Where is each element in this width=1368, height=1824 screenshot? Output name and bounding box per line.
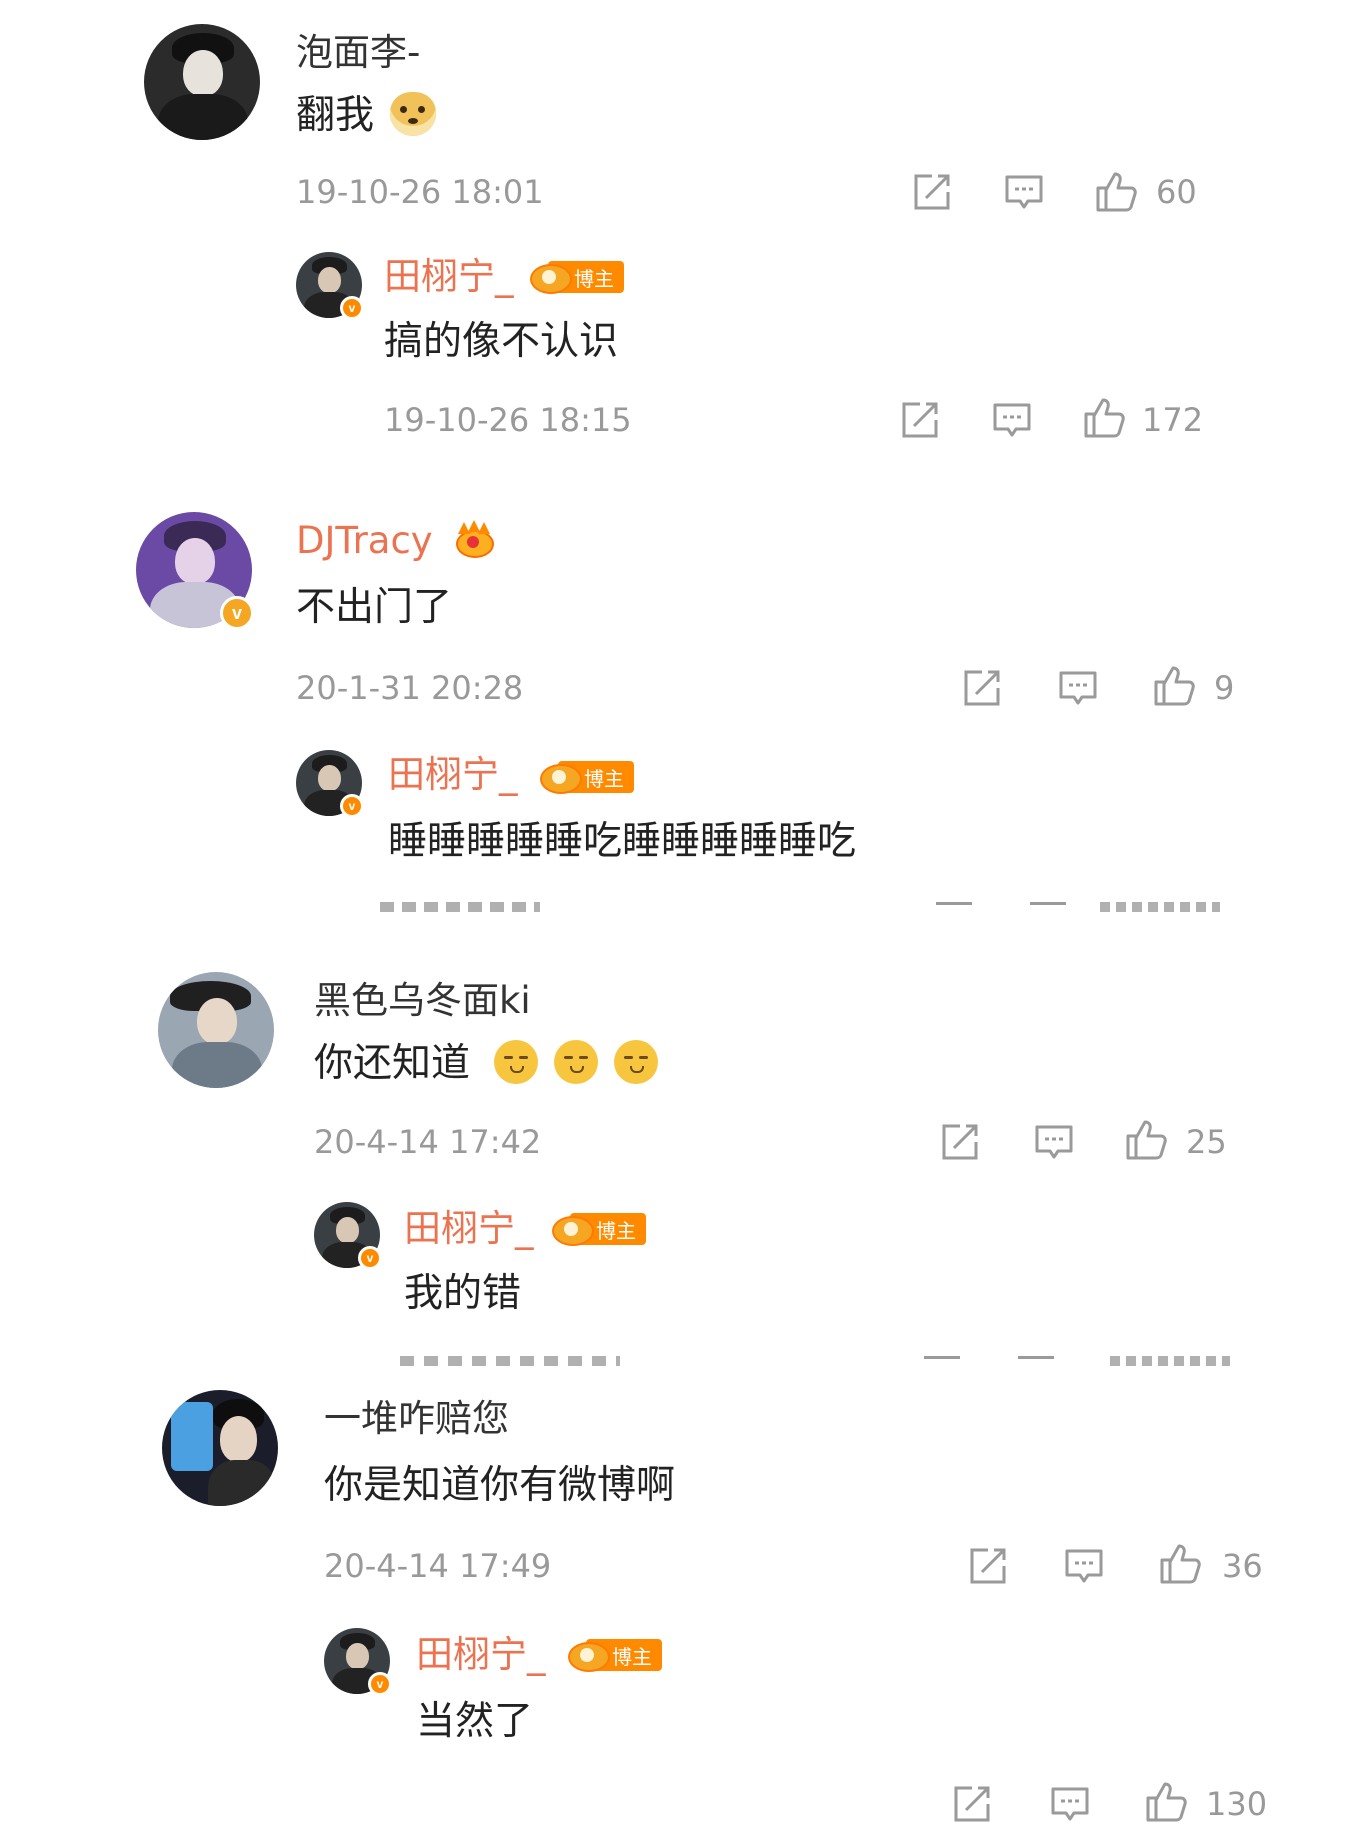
comment-text: 你还知道 <box>314 1041 471 1086</box>
shush-emoji-icon <box>614 1040 658 1084</box>
reply-author[interactable]: 田栩宁_ <box>388 756 518 793</box>
verified-badge-icon: v <box>340 794 364 818</box>
crown-icon <box>528 260 572 294</box>
like-count: 172 <box>1142 401 1204 439</box>
comment-time: 20-4-14 17:49 <box>324 1547 552 1585</box>
doge-emoji-icon <box>390 92 436 136</box>
comment-author[interactable]: DJTracy <box>296 522 433 559</box>
comment-author[interactable]: 一堆咋赔您 <box>324 1400 509 1437</box>
reply-author[interactable]: 田栩宁_ <box>404 1210 534 1247</box>
reply-text: 搞的像不认识 <box>384 319 619 364</box>
share-icon[interactable] <box>900 400 940 440</box>
comment-icon[interactable] <box>1034 1122 1074 1162</box>
like-count: 60 <box>1156 173 1197 211</box>
share-icon[interactable] <box>912 172 952 212</box>
cropped-action-row <box>380 900 1240 912</box>
reply-text: 睡睡睡睡睡吃睡睡睡睡睡吃 <box>388 819 857 864</box>
like-icon[interactable] <box>1124 1116 1170 1162</box>
comment-icon[interactable] <box>1050 1784 1090 1824</box>
verified-badge-icon: v <box>220 596 254 630</box>
reply-text: 我的错 <box>404 1271 522 1316</box>
crown-icon <box>550 1212 594 1246</box>
verified-badge-icon: v <box>358 1246 382 1270</box>
cropped-action-row <box>400 1354 1240 1366</box>
like-count: 36 <box>1222 1547 1263 1585</box>
shush-emoji-icon <box>554 1040 598 1084</box>
reply-time: 19-10-26 18:15 <box>384 401 632 439</box>
verified-badge-icon: v <box>340 296 364 320</box>
like-icon[interactable] <box>1144 1778 1190 1824</box>
verified-badge-icon: v <box>368 1672 392 1696</box>
share-icon[interactable] <box>952 1784 992 1824</box>
crown-icon <box>538 760 582 794</box>
comment-icon[interactable] <box>1004 172 1044 212</box>
like-icon[interactable] <box>1082 394 1128 440</box>
reply-author[interactable]: 田栩宁_ <box>384 258 514 295</box>
comment-text: 翻我 <box>296 93 375 138</box>
comment-icon[interactable] <box>1058 668 1098 708</box>
like-count: 9 <box>1214 669 1235 707</box>
like-icon[interactable] <box>1152 662 1198 708</box>
blogger-badge: 博主 <box>538 760 634 794</box>
blogger-badge: 博主 <box>566 1638 662 1672</box>
comment-time: 20-1-31 20:28 <box>296 669 524 707</box>
comment-time: 20-4-14 17:42 <box>314 1123 542 1161</box>
share-icon[interactable] <box>968 1546 1008 1586</box>
like-count: 25 <box>1186 1123 1227 1161</box>
shush-emoji-icon <box>494 1040 538 1084</box>
avatar[interactable] <box>144 24 260 140</box>
vip-crown-icon <box>454 520 494 558</box>
blogger-badge: 博主 <box>550 1212 646 1246</box>
comment-time: 19-10-26 18:01 <box>296 173 544 211</box>
comment-author[interactable]: 黑色乌冬面ki <box>314 982 531 1019</box>
comment-icon[interactable] <box>1064 1546 1104 1586</box>
share-icon[interactable] <box>962 668 1002 708</box>
like-icon[interactable] <box>1158 1540 1204 1586</box>
crown-icon <box>566 1638 610 1672</box>
reply-text: 当然了 <box>416 1699 534 1744</box>
comment-icon[interactable] <box>992 400 1032 440</box>
blogger-badge: 博主 <box>528 260 624 294</box>
share-icon[interactable] <box>940 1122 980 1162</box>
avatar[interactable] <box>162 1390 278 1506</box>
like-count: 130 <box>1206 1785 1268 1823</box>
reply-author[interactable]: 田栩宁_ <box>416 1636 546 1673</box>
comment-text: 不出门了 <box>296 585 453 630</box>
comment-text: 你是知道你有微博啊 <box>324 1463 676 1508</box>
comment-author[interactable]: 泡面李- <box>296 34 420 71</box>
avatar[interactable] <box>158 972 274 1088</box>
like-icon[interactable] <box>1094 168 1140 214</box>
